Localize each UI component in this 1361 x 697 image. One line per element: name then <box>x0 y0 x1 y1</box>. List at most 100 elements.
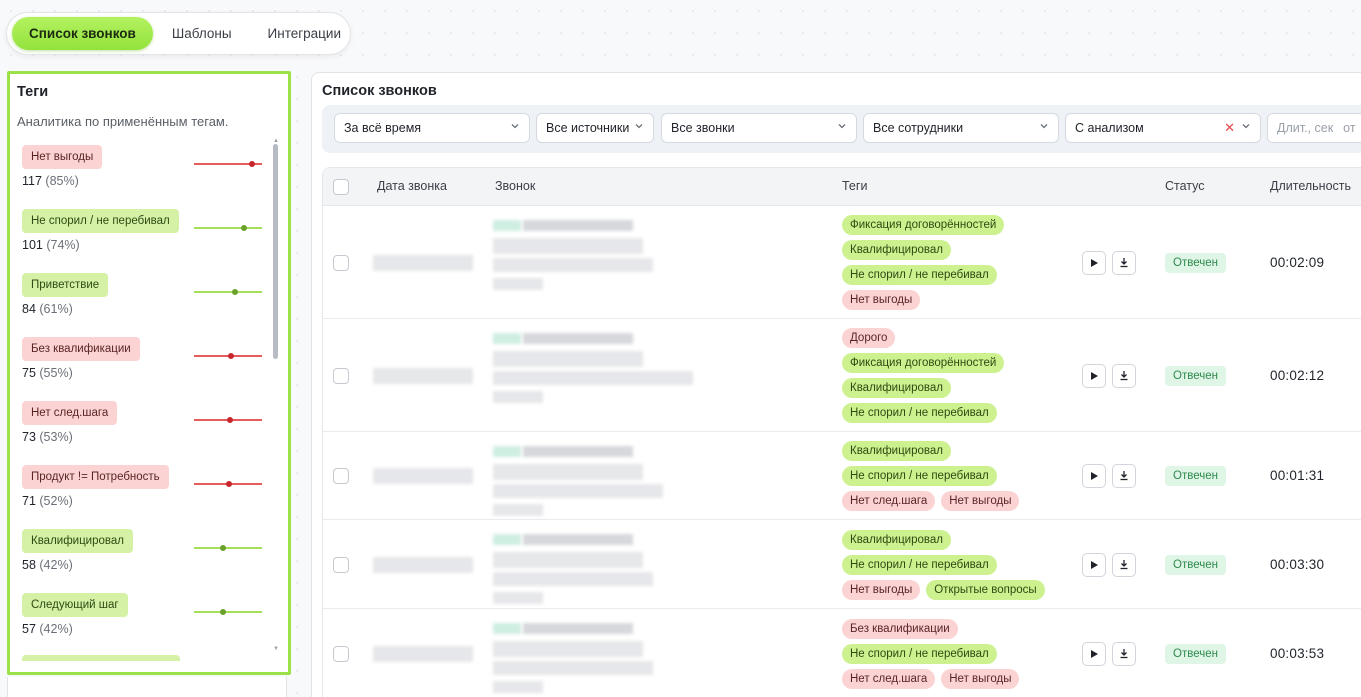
tag-item[interactable]: Нет выгоды 117 (85%) <box>22 142 267 206</box>
download-button[interactable] <box>1112 464 1136 488</box>
tag-label: Нет выгоды <box>22 145 103 169</box>
tag-pill: Нет выгоды <box>842 290 921 310</box>
tag-line: Дорого <box>842 328 1004 348</box>
tag-pill: Квалифицировал <box>842 378 951 398</box>
tag-item[interactable]: Нет след.шага 73 (53%) <box>22 398 267 462</box>
tag-count-value: 58 <box>22 558 36 572</box>
sources-value: Все источники <box>546 121 630 135</box>
calls-panel: Список звонков За всё время Все источник… <box>311 72 1361 697</box>
call-source-redacted <box>493 220 521 231</box>
tag-count-value: 73 <box>22 430 36 444</box>
analysis-select[interactable]: С анализом ✕ <box>1065 113 1261 143</box>
tag-trend-bar <box>194 225 262 231</box>
tags-scrollbar[interactable] <box>273 144 278 664</box>
tag-count-percent: (74%) <box>46 238 80 252</box>
tag-count: 58 (42%) <box>22 558 73 572</box>
tag-label: Без квалификации <box>22 337 140 361</box>
tag-item[interactable]: Не спорил / не перебивал 101 (74%) <box>22 206 267 270</box>
chevron-down-icon <box>837 121 847 134</box>
scroll-down-icon[interactable]: ▼ <box>273 646 279 652</box>
row-checkbox[interactable] <box>333 468 349 484</box>
col-date[interactable]: Дата звонка <box>377 179 447 193</box>
play-button[interactable] <box>1082 553 1106 577</box>
tab-integrations[interactable]: Интеграции <box>251 17 358 50</box>
row-checkbox[interactable] <box>333 255 349 271</box>
download-button[interactable] <box>1112 553 1136 577</box>
download-button[interactable] <box>1112 642 1136 666</box>
play-button[interactable] <box>1082 364 1106 388</box>
tag-line: Фиксация договорённостей <box>842 353 1005 373</box>
sources-select[interactable]: Все источники <box>536 113 654 143</box>
duration-placeholder: Длит., сек <box>1277 121 1334 135</box>
play-icon <box>1089 647 1099 662</box>
tab-call-list[interactable]: Список звонков <box>12 17 153 50</box>
tag-trend-bar <box>194 609 262 615</box>
tag-item[interactable]: Без квалификации 75 (55%) <box>22 334 267 398</box>
table-header: Дата звонка Звонок Теги Статус Длительно… <box>323 168 1361 206</box>
tag-item[interactable]: Следующий шаг 57 (42%) <box>22 590 267 654</box>
employees-value: Все сотрудники <box>873 121 964 135</box>
call-number-redacted <box>523 333 633 344</box>
tag-label: Следующий шаг <box>22 593 128 617</box>
tag-line: Не спорил / не перебивал <box>842 555 1045 575</box>
duration-input[interactable]: Длит., сек от <box>1267 113 1361 143</box>
tag-line: Не спорил / не перебивал <box>842 466 1019 486</box>
filters-bar: За всё время Все источники Все звонки Вс… <box>322 105 1361 153</box>
call-client-redacted <box>493 661 653 675</box>
tag-pill: Без квалификации <box>842 619 958 639</box>
calls-type-select[interactable]: Все звонки <box>661 113 857 143</box>
table-row[interactable]: Квалифицировал Не спорил / не перебивал Не… <box>323 432 1361 520</box>
download-icon <box>1119 558 1129 573</box>
tag-trend-dot <box>232 289 239 295</box>
call-source-redacted <box>493 623 521 634</box>
tag-trend-dot <box>227 417 234 423</box>
calls-table: Дата звонка Звонок Теги Статус Длительно… <box>322 167 1361 697</box>
tag-item[interactable]: Продукт != Потребность 71 (52%) <box>22 462 267 526</box>
clear-icon[interactable]: ✕ <box>1224 120 1235 136</box>
col-tags[interactable]: Теги <box>842 179 867 193</box>
call-duration: 00:01:31 <box>1270 468 1325 483</box>
play-icon <box>1089 469 1099 484</box>
play-button[interactable] <box>1082 642 1106 666</box>
table-row[interactable]: Без квалификации Не спорил / не перебивал… <box>323 609 1361 697</box>
tag-pill: Не спорил / не перебивал <box>842 555 997 575</box>
tag-trend-dot <box>219 609 226 615</box>
play-icon <box>1089 256 1099 271</box>
col-duration[interactable]: Длительность <box>1270 179 1351 193</box>
tags-subtitle: Аналитика по применённым тегам. <box>17 114 229 129</box>
col-call[interactable]: Звонок <box>495 179 535 193</box>
tag-trend-dot <box>228 353 235 359</box>
employees-select[interactable]: Все сотрудники <box>863 113 1059 143</box>
play-button[interactable] <box>1082 251 1106 275</box>
col-status[interactable]: Статус <box>1165 179 1205 193</box>
select-all-checkbox[interactable] <box>333 179 349 195</box>
row-checkbox[interactable] <box>333 646 349 662</box>
tag-item[interactable]: Квалифицировал 58 (42%) <box>22 526 267 590</box>
download-button[interactable] <box>1112 364 1136 388</box>
tab-templates[interactable]: Шаблоны <box>155 17 249 50</box>
row-checkbox[interactable] <box>333 368 349 384</box>
tag-count: 57 (42%) <box>22 622 73 636</box>
play-button[interactable] <box>1082 464 1106 488</box>
tag-pill: Нет выгоды <box>941 491 1020 511</box>
scrollbar-thumb[interactable] <box>273 144 278 359</box>
table-row[interactable]: Фиксация договорённостей Квалифицировал Не… <box>323 206 1361 319</box>
tag-pill: Не спорил / не перебивал <box>842 466 997 486</box>
call-source-redacted <box>493 446 521 457</box>
tag-pill: Нет след.шага <box>842 669 936 689</box>
call-client-redacted <box>493 258 653 272</box>
call-employee-redacted <box>493 238 643 254</box>
row-tags: Дорого Фиксация договорённостей Квалифицир… <box>842 328 1005 428</box>
tag-item[interactable]: Приветствие 84 (61%) <box>22 270 267 334</box>
row-tags: Квалифицировал Не спорил / не перебивал Не… <box>842 441 1020 516</box>
table-row[interactable]: Квалифицировал Не спорил / не перебивал Не… <box>323 520 1361 609</box>
tag-line: Квалифицировал <box>842 378 1004 398</box>
calls-type-value: Все звонки <box>671 121 735 135</box>
tag-line: Не спорил / не перебивал <box>842 265 1004 285</box>
row-checkbox[interactable] <box>333 557 349 573</box>
left-panel-footer <box>7 677 287 697</box>
table-row[interactable]: Дорого Фиксация договорённостей Квалифицир… <box>323 319 1361 432</box>
period-select[interactable]: За всё время <box>334 113 530 143</box>
download-button[interactable] <box>1112 251 1136 275</box>
tag-count: 117 (85%) <box>22 174 79 188</box>
